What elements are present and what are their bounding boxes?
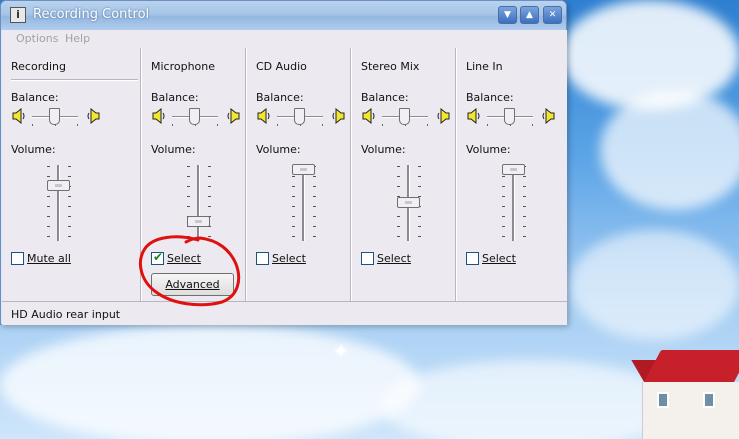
volume-track	[57, 165, 60, 241]
column-separator	[455, 48, 457, 301]
mixer-panel: Recording Balance: Volume: Mute all Micropho…	[2, 48, 567, 301]
mixer-column-stereo-mix: Stereo Mix Balance: Volume: Select	[350, 48, 457, 301]
volume-track	[197, 165, 200, 241]
balance-slider-thumb[interactable]	[189, 108, 200, 125]
checkbox-box[interactable]	[11, 252, 24, 265]
mixer-column-microphone: Microphone Balance: Volume: ✔ Select Advanced	[140, 48, 247, 301]
volume-slider-thumb[interactable]	[502, 164, 525, 175]
column-title: Microphone	[151, 60, 216, 73]
balance-label: Balance:	[151, 91, 199, 104]
column-title: CD Audio	[256, 60, 307, 73]
house-wallpaper-image	[631, 342, 739, 439]
volume-ticks-left	[502, 166, 505, 240]
title-bar[interactable]: i Recording Control ▼ ▲ ✕	[1, 1, 566, 30]
checkbox-label: Select	[482, 252, 516, 265]
column-separator	[140, 48, 142, 301]
cloud	[600, 90, 739, 210]
checkbox-box[interactable]	[256, 252, 269, 265]
speaker-left-icon	[152, 108, 166, 124]
mixer-column-line-in: Line In Balance: Volume: Select	[455, 48, 562, 301]
minimize-button[interactable]: ▼	[498, 6, 517, 24]
column-separator	[350, 48, 352, 301]
status-bar: HD Audio rear input	[2, 301, 567, 325]
speaker-left-icon	[467, 108, 481, 124]
checkbox-label: Select	[377, 252, 411, 265]
speaker-right-icon	[541, 108, 555, 124]
maximize-button[interactable]: ▲	[520, 6, 539, 24]
checkbox-label: Mute all	[27, 252, 71, 265]
checkbox-box[interactable]: ✔	[151, 250, 164, 265]
column-title: Line In	[466, 60, 503, 73]
close-button[interactable]: ✕	[543, 6, 562, 24]
balance-label: Balance:	[256, 91, 304, 104]
balance-label: Balance:	[11, 91, 59, 104]
speaker-right-icon	[331, 108, 345, 124]
balance-slider-thumb[interactable]	[399, 108, 410, 125]
speaker-left-icon	[12, 108, 26, 124]
status-text: HD Audio rear input	[11, 308, 121, 321]
window-title: Recording Control	[33, 7, 150, 22]
volume-slider-thumb[interactable]	[292, 164, 315, 175]
balance-slider-thumb[interactable]	[504, 108, 515, 125]
menu-help[interactable]: Help	[65, 32, 90, 45]
speaker-left-icon	[257, 108, 271, 124]
sparkle-icon: ✦	[332, 339, 350, 363]
volume-label: Volume:	[466, 143, 511, 156]
checkbox-box[interactable]	[361, 252, 374, 265]
speaker-right-icon	[436, 108, 450, 124]
advanced-button[interactable]: Advanced	[151, 273, 234, 296]
column-separator	[245, 48, 247, 301]
volume-ticks-right	[523, 166, 526, 240]
balance-label: Balance:	[466, 91, 514, 104]
cloud	[0, 325, 420, 439]
checkbox-box[interactable]	[466, 252, 479, 265]
volume-track	[512, 165, 515, 241]
volume-slider-thumb[interactable]	[187, 216, 210, 227]
checkmark-icon: ✔	[153, 250, 164, 264]
menu-options[interactable]: Options	[16, 32, 58, 45]
menu-bar: Options Help	[2, 30, 567, 48]
column-title: Stereo Mix	[361, 60, 420, 73]
checkbox-label: Select	[272, 252, 306, 265]
volume-label: Volume:	[361, 143, 406, 156]
volume-track	[302, 165, 305, 241]
volume-ticks-left	[292, 166, 295, 240]
title-divider	[11, 79, 138, 81]
volume-ticks-left	[187, 166, 190, 240]
volume-slider-thumb[interactable]	[47, 180, 70, 192]
volume-label: Volume:	[151, 143, 196, 156]
volume-label: Volume:	[256, 143, 301, 156]
column-title: Recording	[11, 60, 67, 73]
volume-ticks-right	[313, 166, 316, 240]
volume-ticks-left	[47, 166, 50, 240]
checkbox-label: Select	[167, 252, 201, 265]
app-icon: i	[10, 7, 26, 23]
balance-slider-thumb[interactable]	[294, 108, 305, 125]
speaker-right-icon	[226, 108, 240, 124]
speaker-right-icon	[86, 108, 100, 124]
balance-slider-thumb[interactable]	[49, 108, 60, 125]
volume-ticks-right	[208, 166, 211, 240]
mixer-column-cd-audio: CD Audio Balance: Volume: Select	[245, 48, 352, 301]
advanced-button-label: Advanced	[165, 278, 220, 291]
volume-ticks-right	[68, 166, 71, 240]
recording-control-window: i Recording Control ▼ ▲ ✕ Options Help R…	[0, 0, 567, 325]
volume-slider-thumb[interactable]	[397, 196, 420, 208]
balance-label: Balance:	[361, 91, 409, 104]
speaker-left-icon	[362, 108, 376, 124]
cloud	[380, 360, 680, 439]
volume-label: Volume:	[11, 143, 56, 156]
cloud	[570, 230, 739, 340]
mixer-column-recording: Recording Balance: Volume: Mute all	[2, 48, 142, 301]
